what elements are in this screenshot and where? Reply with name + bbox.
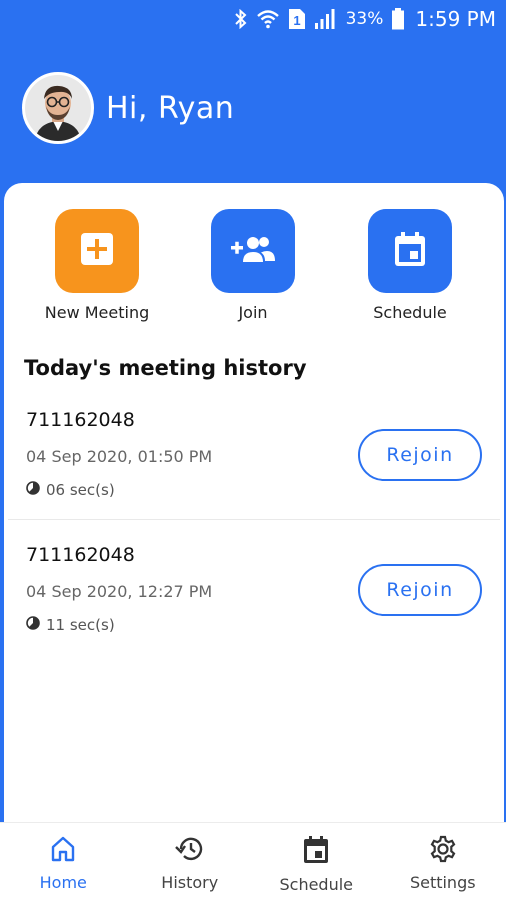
rejoin-button[interactable]: Rejoin xyxy=(358,564,482,616)
bottom-nav: Home History Schedule Settings xyxy=(0,822,506,900)
gear-icon xyxy=(429,835,457,867)
main-card: New Meeting Join Schedule Today's meetin… xyxy=(4,183,504,843)
nav-home[interactable]: Home xyxy=(0,823,127,900)
schedule-button[interactable] xyxy=(368,209,452,293)
nav-history-label: History xyxy=(161,873,219,892)
history-item: 711162048 04 Sep 2020, 12:27 PM 11 sec(s… xyxy=(4,544,504,678)
new-meeting-action[interactable]: New Meeting xyxy=(32,209,162,322)
nav-settings-label: Settings xyxy=(409,873,476,892)
meeting-id: 711162048 xyxy=(26,409,135,431)
battery-percent: 33% xyxy=(345,9,384,29)
new-meeting-icon xyxy=(80,232,114,270)
timer-icon xyxy=(26,616,40,634)
signal-icon xyxy=(314,8,338,30)
sim-icon: 1 xyxy=(288,8,306,30)
svg-text:1: 1 xyxy=(293,13,300,28)
meeting-time: 04 Sep 2020, 01:50 PM xyxy=(26,447,213,466)
join-button[interactable] xyxy=(211,209,295,293)
status-bar: 1 33% 1:59 PM xyxy=(0,0,506,38)
join-action[interactable]: Join xyxy=(188,209,318,322)
profile-header: Hi, Ryan xyxy=(22,72,234,144)
greeting: Hi, Ryan xyxy=(106,90,235,126)
history-icon xyxy=(174,835,205,867)
new-meeting-label: New Meeting xyxy=(44,303,150,322)
meeting-duration: 11 sec(s) xyxy=(26,616,115,634)
join-label: Join xyxy=(238,303,268,322)
history-item: 711162048 04 Sep 2020, 01:50 PM 06 sec(s… xyxy=(4,409,504,543)
schedule-label: Schedule xyxy=(373,303,447,322)
quick-actions: New Meeting Join Schedule xyxy=(4,209,504,329)
nav-schedule[interactable]: Schedule xyxy=(253,823,380,900)
duration-text: 11 sec(s) xyxy=(46,616,115,634)
schedule-icon xyxy=(393,231,427,271)
battery-icon xyxy=(391,8,405,30)
nav-schedule-label: Schedule xyxy=(279,875,354,894)
divider xyxy=(8,519,500,520)
meeting-time: 04 Sep 2020, 12:27 PM xyxy=(26,582,213,601)
timer-icon xyxy=(26,481,40,499)
nav-home-label: Home xyxy=(39,873,87,892)
bluetooth-icon xyxy=(234,9,248,29)
avatar[interactable] xyxy=(22,72,94,144)
duration-text: 06 sec(s) xyxy=(46,481,115,499)
meeting-id: 711162048 xyxy=(26,544,135,566)
clock: 1:59 PM xyxy=(415,7,496,31)
join-icon xyxy=(231,234,275,268)
new-meeting-button[interactable] xyxy=(55,209,139,293)
history-section-title: Today's meeting history xyxy=(24,356,307,380)
home-icon xyxy=(49,835,77,867)
rejoin-button[interactable]: Rejoin xyxy=(358,429,482,481)
nav-history[interactable]: History xyxy=(127,823,254,900)
nav-settings[interactable]: Settings xyxy=(380,823,506,900)
calendar-icon xyxy=(302,835,330,869)
schedule-action[interactable]: Schedule xyxy=(345,209,475,322)
wifi-icon xyxy=(256,9,280,29)
meeting-duration: 06 sec(s) xyxy=(26,481,115,499)
